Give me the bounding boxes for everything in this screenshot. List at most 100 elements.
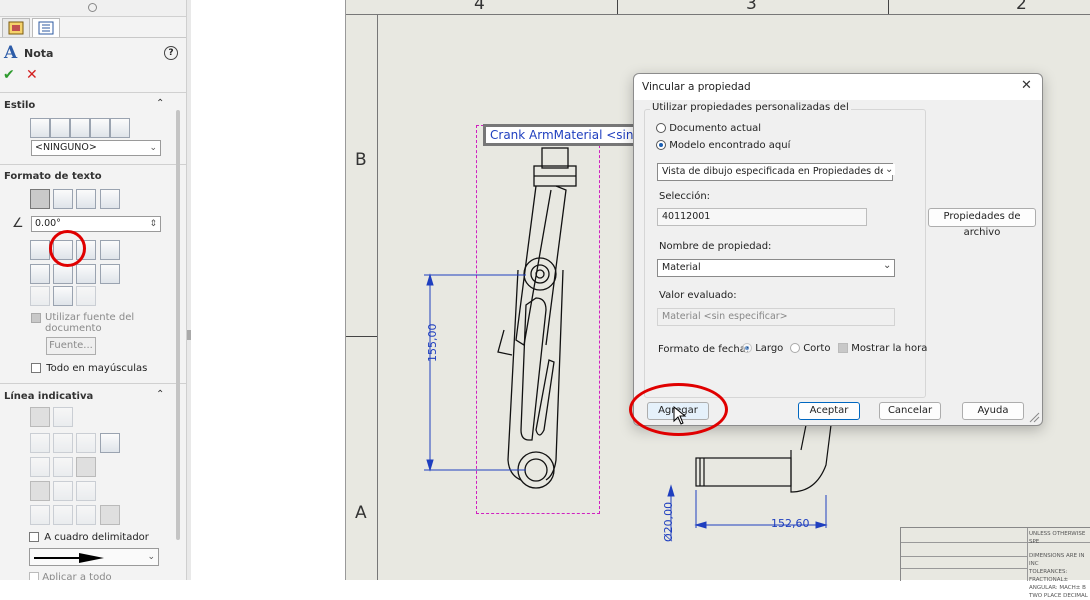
style-save-icon[interactable]	[90, 118, 110, 138]
leader-top-icon[interactable]	[30, 505, 50, 525]
cancel-button[interactable]: Cancelar	[879, 402, 941, 420]
evaluated-value-field: Material <sin especificar>	[657, 308, 895, 326]
collapse-linea-icon[interactable]: ⌃	[156, 389, 164, 400]
leader-auto-icon[interactable]	[30, 407, 50, 427]
pm-scrollbar[interactable]	[176, 110, 180, 540]
evaluated-value-label: Valor evaluado:	[659, 290, 737, 301]
hyperlink-icon[interactable]	[30, 240, 50, 260]
align-left-icon[interactable]	[30, 189, 50, 209]
pm-top-bar	[0, 0, 186, 17]
file-properties-button[interactable]: Propiedades de archivo	[928, 208, 1036, 238]
align-center-icon[interactable]	[53, 189, 74, 209]
leader-dot-icon[interactable]	[53, 481, 74, 501]
apply-all-checkbox[interactable]	[29, 572, 39, 580]
arrow-style-combo[interactable]: ⌄	[29, 548, 159, 566]
zone-3: 3	[746, 0, 757, 14]
stack-balloon-icon[interactable]	[99, 264, 120, 284]
help-button[interactable]: Ayuda	[962, 402, 1024, 420]
close-icon[interactable]: ✕	[1021, 78, 1032, 93]
style-add-icon[interactable]	[50, 118, 70, 138]
leader-nearest-icon[interactable]	[76, 457, 97, 477]
side-view-drawing	[667, 424, 832, 540]
table-icon[interactable]	[30, 286, 50, 306]
chevron-down-icon: ⌄	[147, 552, 155, 562]
spell-check-icon[interactable]	[53, 286, 74, 306]
leader-right-icon[interactable]	[53, 457, 74, 477]
leader-row-5	[30, 505, 120, 528]
view-source-value: Vista de dibujo especificada en Propieda…	[662, 166, 893, 177]
radio-current-doc-button[interactable]	[656, 123, 666, 133]
border-checkbox[interactable]	[29, 532, 39, 542]
date-long-option[interactable]: Largo	[742, 343, 783, 354]
leader-bottom-icon[interactable]	[76, 505, 97, 525]
leader-middle-icon[interactable]	[53, 505, 74, 525]
format-painter-icon[interactable]	[76, 286, 97, 306]
leader-spline-icon[interactable]	[76, 433, 97, 453]
leader-straight-icon[interactable]	[30, 433, 50, 453]
zone-2: 2	[1016, 0, 1027, 14]
apply-all-label: Aplicar a todo	[42, 572, 112, 580]
apply-all-row[interactable]: Aplicar a todo	[29, 572, 112, 580]
dialog-title: Vincular a propiedad	[642, 81, 751, 93]
leader-arrow-icon[interactable]	[30, 481, 50, 501]
all-caps-row[interactable]: Todo en mayúsculas	[31, 363, 147, 374]
align-right-icon[interactable]	[76, 189, 97, 209]
show-time-checkbox[interactable]	[838, 343, 848, 353]
all-caps-label: Todo en mayúsculas	[46, 363, 148, 374]
date-short-option[interactable]: Corto	[790, 343, 830, 354]
datum-icon[interactable]	[76, 264, 97, 284]
radio-current-doc-label: Documento actual	[669, 123, 762, 134]
border-row[interactable]: A cuadro delimitador	[29, 532, 149, 543]
style-combo[interactable]: <NINGUNO> ⌄	[31, 140, 161, 156]
leader-row-2	[30, 433, 120, 456]
date-short-radio[interactable]	[790, 343, 800, 353]
property-name-combo[interactable]: Material	[657, 259, 895, 277]
note-textbox[interactable]: Crank ArmMaterial <sin e	[483, 124, 638, 146]
section-linea-title: Línea indicativa	[4, 391, 94, 402]
date-long-radio[interactable]	[742, 343, 752, 353]
style-load-icon[interactable]	[110, 118, 130, 138]
leader-none-icon[interactable]	[53, 407, 74, 427]
leader-underline-icon[interactable]	[99, 505, 120, 525]
surface-finish-icon[interactable]	[53, 264, 74, 284]
help-icon[interactable]: ?	[164, 46, 178, 60]
tab-property-manager[interactable]	[32, 18, 60, 38]
style-apply-icon[interactable]	[30, 118, 50, 138]
leader-attach-icon[interactable]	[99, 433, 120, 453]
dimension-diameter-20[interactable]: Ø20,00	[662, 502, 675, 542]
use-doc-font-checkbox[interactable]	[31, 313, 41, 323]
cancel-icon[interactable]: ✕	[26, 67, 38, 83]
geometric-tolerance-icon[interactable]	[30, 264, 50, 284]
use-doc-font-check[interactable]	[31, 313, 41, 324]
leader-left-icon[interactable]	[30, 457, 50, 477]
radio-model-found-button[interactable]	[656, 140, 666, 150]
angle-spinner[interactable]: 0.00° ⇕	[31, 216, 161, 232]
property-name-value: Material	[662, 262, 701, 273]
property-manager: A Nota ? ✔ ✕ Estilo ⌃ <NINGUNO> ⌄ Formato…	[0, 0, 187, 580]
dimension-152[interactable]: 152,60	[771, 517, 810, 530]
font-button[interactable]: Fuente...	[46, 337, 96, 355]
all-caps-checkbox[interactable]	[31, 363, 41, 373]
show-time-option[interactable]: Mostrar la hora	[838, 343, 927, 354]
tab-feature-manager[interactable]	[2, 18, 30, 38]
accept-icon[interactable]: ✔	[3, 67, 15, 83]
resize-grip-icon[interactable]	[1029, 412, 1040, 423]
pm-pin-icon[interactable]	[88, 3, 97, 12]
radio-current-doc[interactable]: Documento actual	[656, 123, 761, 134]
collapse-estilo-icon[interactable]: ⌃	[156, 98, 164, 109]
section-formato-title: Formato de texto	[4, 171, 102, 182]
ok-button[interactable]: Aceptar	[798, 402, 860, 420]
justify-icon[interactable]	[99, 189, 120, 209]
selection-field[interactable]: 40112001	[657, 208, 867, 226]
chevron-down-icon: ⌄	[883, 260, 892, 271]
selection-label: Selección:	[659, 191, 711, 202]
radio-model-found[interactable]: Modelo encontrado aquí	[656, 140, 790, 151]
note-title-icon: A	[4, 43, 18, 63]
leader-bent-icon[interactable]	[53, 433, 74, 453]
dimension-155[interactable]: 155,00	[426, 324, 439, 363]
view-source-combo[interactable]: Vista de dibujo especificada en Propieda…	[657, 163, 893, 181]
style-delete-icon[interactable]	[70, 118, 90, 138]
chevron-down-icon: ⌄	[883, 164, 896, 175]
lock-note-icon[interactable]	[99, 240, 120, 260]
leader-multi-icon[interactable]	[76, 481, 97, 501]
